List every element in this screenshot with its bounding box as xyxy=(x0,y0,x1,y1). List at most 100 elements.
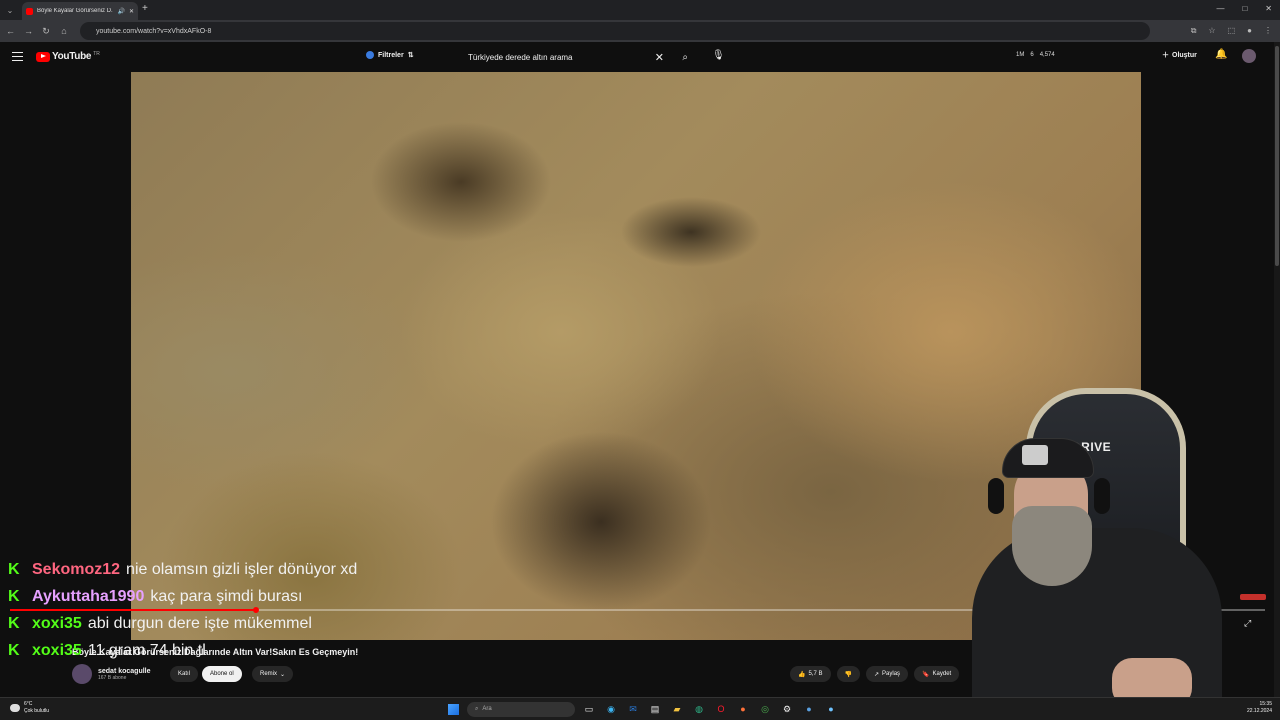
new-tab-button[interactable]: + xyxy=(142,3,148,14)
settings-gear-icon[interactable]: ⚙ xyxy=(779,701,795,717)
headset-right xyxy=(1094,478,1110,514)
bookmark-star-icon[interactable]: ☆ xyxy=(1208,26,1215,36)
remix-label: Remix xyxy=(260,671,278,677)
profile-icon[interactable]: ● xyxy=(1247,26,1252,36)
opera-icon[interactable]: O xyxy=(713,701,729,717)
edge-icon[interactable]: ◉ xyxy=(603,701,619,717)
microphone-icon[interactable]: 🎙 xyxy=(712,50,725,61)
chat-username: Sekomoz12 xyxy=(32,560,121,578)
share-label: Paylaş xyxy=(882,671,901,677)
chat-text: kaç para şimdi burası xyxy=(150,587,303,605)
save-button[interactable]: 🔖 Kaydet xyxy=(914,666,960,682)
close-window-button[interactable]: ✕ xyxy=(1265,4,1272,13)
chrome-icon[interactable]: ◎ xyxy=(757,701,773,717)
tab-close-icon[interactable]: ✕ xyxy=(129,8,134,15)
tab-audio-icon[interactable]: 🔊 xyxy=(117,8,124,15)
page-scrollbar[interactable] xyxy=(1274,42,1280,697)
live-badge xyxy=(1240,594,1266,600)
search-input[interactable]: Türkiyede derede altın arama xyxy=(468,53,573,62)
kick-badge-icon: K xyxy=(8,560,20,578)
create-button[interactable]: ＋ Oluştur xyxy=(1162,50,1197,60)
chevron-down-icon: ⌄ xyxy=(280,671,286,678)
browser-tabbar: ⌄ Böyle Kayalar Görürseniz D... 🔊 ✕ + — … xyxy=(0,0,1280,20)
channel-info[interactable]: sedat kocagulle 167 B abone xyxy=(72,664,151,684)
app-icon[interactable]: ● xyxy=(801,701,817,717)
streamer-cap xyxy=(1002,438,1094,478)
chat-username: xoxi35 xyxy=(32,641,82,659)
back-arrow-icon[interactable]: ← xyxy=(6,26,15,36)
chat-username: Aykuttaha1990 xyxy=(32,587,145,605)
share-button[interactable]: ↗ Paylaş xyxy=(865,666,909,682)
subscribe-button[interactable]: Abone ol xyxy=(202,666,242,682)
search-icon[interactable]: ⌕ xyxy=(682,52,688,63)
browser-toolbar: ← → ↻ ⌂ youtube.com/watch?v=xVhdxAFkO-8 … xyxy=(0,20,1280,42)
channel-name[interactable]: sedat kocagulle xyxy=(98,668,151,675)
chat-text: abi durgun dere işte mükemmel xyxy=(87,614,312,632)
create-label: Oluştur xyxy=(1172,51,1197,59)
store-icon[interactable]: ▤ xyxy=(647,701,663,717)
start-button[interactable] xyxy=(445,701,461,717)
clear-search-icon[interactable]: ✕ xyxy=(655,51,664,64)
dislike-button[interactable]: 👎 xyxy=(836,666,860,682)
extensions-icon[interactable]: ⬚ xyxy=(1228,26,1236,36)
like-button[interactable]: 👍 5,7 B xyxy=(790,666,831,682)
kick-badge-icon: K xyxy=(8,587,20,605)
minimize-button[interactable]: — xyxy=(1216,4,1224,13)
windows-logo-icon xyxy=(447,703,459,715)
scrollbar-thumb[interactable] xyxy=(1275,46,1279,266)
notifications-bell-icon[interactable]: 🔔 xyxy=(1215,49,1227,60)
chat-text: 11 gram 74 bin tl xyxy=(87,641,206,659)
app-icon-2[interactable]: ● xyxy=(823,701,839,717)
taskbar-apps: ⌕ Ara ▭ ◉ ✉ ▤ ▰ ◍ O ● ◎ ⚙ ● ● xyxy=(445,701,839,717)
browser-tab-active[interactable]: Böyle Kayalar Görürseniz D... 🔊 ✕ xyxy=(22,2,138,20)
kick-badge-icon: K xyxy=(8,614,20,632)
taskbar-search-placeholder: Ara xyxy=(482,706,492,712)
channel-avatar[interactable] xyxy=(72,664,92,684)
system-clock[interactable]: 15:35 22.12.2024 xyxy=(1247,701,1272,715)
hamburger-menu-icon[interactable] xyxy=(12,52,23,61)
weather-widget[interactable]: 6°C Çok bulutlu xyxy=(10,701,49,715)
install-app-icon[interactable]: ⧉ xyxy=(1191,26,1197,36)
fullscreen-icon[interactable]: ⤢ xyxy=(1244,618,1251,629)
filters-button[interactable]: Filtreler ⇅ xyxy=(366,51,414,59)
join-button[interactable]: Katıl xyxy=(170,666,199,682)
temperature: 6°C xyxy=(24,701,33,707)
clock-date: 22.12.2024 xyxy=(1246,708,1272,714)
edge-app-icon[interactable]: ◍ xyxy=(691,701,707,717)
like-count: 5,7 B xyxy=(808,671,823,677)
clock-time: 15:35 xyxy=(1259,701,1272,707)
thumbs-up-icon: 👍 xyxy=(798,671,806,678)
logo-region: TR xyxy=(93,50,100,57)
kick-badge-icon: K xyxy=(8,641,20,659)
thumbs-down-icon: 👎 xyxy=(844,671,852,678)
taskbar-search[interactable]: ⌕ Ara xyxy=(467,701,575,717)
search-icon: ⌕ xyxy=(475,705,479,712)
window-controls: — □ ✕ xyxy=(1216,4,1272,13)
youtube-logo[interactable]: YouTube TR xyxy=(36,51,100,62)
reload-icon[interactable]: ↻ xyxy=(42,26,50,37)
plus-icon: ＋ xyxy=(1162,52,1169,59)
save-label: Kaydet xyxy=(932,671,952,677)
account-avatar[interactable] xyxy=(1242,49,1256,63)
chat-message: K xoxi35 11 gram 74 bin tl xyxy=(8,637,357,664)
home-icon[interactable]: ⌂ xyxy=(60,26,68,36)
firefox-icon[interactable]: ● xyxy=(735,701,751,717)
filters-label: Filtreler xyxy=(378,51,404,59)
remix-button[interactable]: Remix ⌄ xyxy=(252,666,294,682)
chat-text: nie olamsın gizli işler dönüyor xd xyxy=(126,560,358,578)
maximize-button[interactable]: □ xyxy=(1242,4,1247,13)
bookmark-icon: 🔖 xyxy=(922,671,930,678)
views-stat: 1M xyxy=(1016,52,1025,58)
subscriber-count: 167 B abone xyxy=(98,674,127,681)
forward-arrow-icon[interactable]: → xyxy=(24,26,33,36)
tab-search-icon[interactable]: ⌄ xyxy=(0,0,20,20)
file-explorer-icon[interactable]: ▰ xyxy=(669,701,685,717)
headset-left xyxy=(988,478,1004,514)
search-box[interactable]: Türkiyede derede altın arama ✕ ⌕ xyxy=(460,48,702,66)
outlook-icon[interactable]: ✉ xyxy=(625,701,641,717)
youtube-play-icon xyxy=(36,51,50,62)
address-bar[interactable]: youtube.com/watch?v=xVhdxAFkO-8 xyxy=(80,22,1150,40)
share-icon: ↗ xyxy=(873,671,880,678)
browser-menu-icon[interactable]: ⋮ xyxy=(1264,26,1272,36)
task-view-icon[interactable]: ▭ xyxy=(581,701,597,717)
